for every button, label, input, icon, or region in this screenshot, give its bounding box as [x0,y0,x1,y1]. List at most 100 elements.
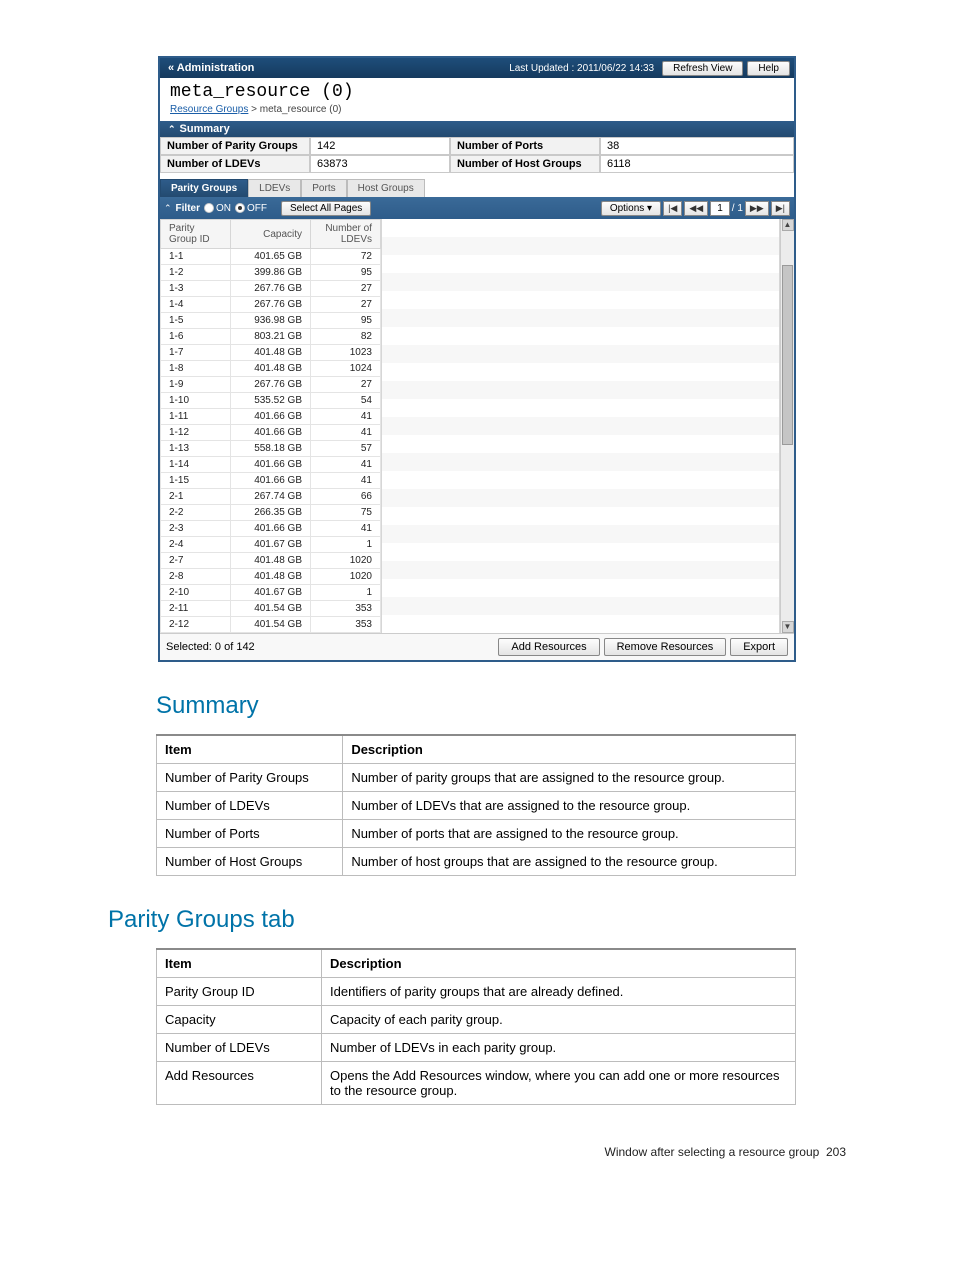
back-administration-link[interactable]: « Administration [160,62,262,74]
cell-capacity: 266.35 GB [231,505,311,521]
cell-capacity: 936.98 GB [231,313,311,329]
scroll-down-icon[interactable]: ▼ [782,621,794,633]
cell-pgid: 1-6 [161,329,231,345]
export-button[interactable]: Export [730,638,788,656]
table-row[interactable]: 1-7401.48 GB1023 [161,345,381,361]
table-row: Add ResourcesOpens the Add Resources win… [157,1062,796,1105]
refresh-view-button[interactable]: Refresh View [662,61,743,76]
cell-capacity: 803.21 GB [231,329,311,345]
filter-on-radio[interactable]: ON [204,203,231,214]
pager-prev-button[interactable]: ◀◀ [684,201,708,216]
table-row[interactable]: 1-10535.52 GB54 [161,393,381,409]
table-row[interactable]: 1-5936.98 GB95 [161,313,381,329]
cell-item: Add Resources [157,1062,322,1105]
pager-next-button[interactable]: ▶▶ [745,201,769,216]
table-row[interactable]: 1-6803.21 GB82 [161,329,381,345]
table-row[interactable]: 1-8401.48 GB1024 [161,361,381,377]
breadcrumb-separator: > [248,104,259,115]
cell-ldevs: 41 [311,409,381,425]
col-number-ldevs[interactable]: Number of LDEVs [311,220,381,249]
cell-capacity: 558.18 GB [231,441,311,457]
cell-ldevs: 66 [311,489,381,505]
col-capacity[interactable]: Capacity [231,220,311,249]
cell-ldevs: 27 [311,297,381,313]
pager-page-input[interactable]: 1 [710,201,730,216]
table-row[interactable]: 1-4267.76 GB27 [161,297,381,313]
summary-doc-table: Item Description Number of Parity Groups… [156,734,796,876]
scroll-up-icon[interactable]: ▲ [782,219,794,231]
parity-groups-table: Parity Group ID Capacity Number of LDEVs… [160,219,381,633]
vertical-scrollbar[interactable]: ▲ ▼ [780,219,794,633]
table-row[interactable]: 1-9267.76 GB27 [161,377,381,393]
last-updated-text: Last Updated : 2011/06/22 14:33 [509,63,662,74]
cell-capacity: 401.67 GB [231,537,311,553]
table-row[interactable]: 2-10401.67 GB1 [161,585,381,601]
table-row: Number of Parity GroupsNumber of parity … [157,764,796,792]
options-dropdown[interactable]: Options ▾ [601,201,661,216]
table-row[interactable]: 2-4401.67 GB1 [161,537,381,553]
summary-label: Number of LDEVs [160,155,310,173]
table-row[interactable]: 1-2399.86 GB95 [161,265,381,281]
cell-pgid: 2-8 [161,569,231,585]
cell-ldevs: 72 [311,249,381,265]
pager-last-button[interactable]: ▶| [771,201,790,216]
table-footer: Selected: 0 of 142 Add Resources Remove … [160,633,794,660]
col-parity-group-id[interactable]: Parity Group ID [161,220,231,249]
cell-desc: Opens the Add Resources window, where yo… [322,1062,796,1105]
tab-host-groups[interactable]: Host Groups [347,179,425,197]
cell-capacity: 401.65 GB [231,249,311,265]
table-row[interactable]: 2-8401.48 GB1020 [161,569,381,585]
summary-label: Number of Host Groups [450,155,600,173]
table-row[interactable]: 2-3401.66 GB41 [161,521,381,537]
tab-parity-groups[interactable]: Parity Groups [160,179,248,197]
cell-pgid: 1-12 [161,425,231,441]
tab-ports[interactable]: Ports [301,179,346,197]
table-row[interactable]: 2-1267.74 GB66 [161,489,381,505]
table-row[interactable]: 1-15401.66 GB41 [161,473,381,489]
table-row[interactable]: 1-13558.18 GB57 [161,441,381,457]
table-row[interactable]: 1-1401.65 GB72 [161,249,381,265]
collapse-icon: ⌃ [164,203,172,214]
table-row: Parity Group IDIdentifiers of parity gro… [157,978,796,1006]
select-all-pages-button[interactable]: Select All Pages [281,201,371,216]
summary-value: 38 [600,137,794,155]
cell-item: Number of LDEVs [157,1034,322,1062]
cell-capacity: 401.54 GB [231,601,311,617]
filter-off-radio[interactable]: OFF [235,203,267,214]
add-resources-button[interactable]: Add Resources [498,638,599,656]
table-row[interactable]: 1-12401.66 GB41 [161,425,381,441]
cell-ldevs: 41 [311,457,381,473]
table-row[interactable]: 2-12401.54 GB353 [161,617,381,633]
cell-capacity: 401.48 GB [231,361,311,377]
col-item: Item [157,949,322,978]
cell-ldevs: 27 [311,281,381,297]
cell-desc: Number of LDEVs that are assigned to the… [343,792,796,820]
table-row[interactable]: 1-11401.66 GB41 [161,409,381,425]
table-row[interactable]: 2-11401.54 GB353 [161,601,381,617]
table-row: Number of LDEVsNumber of LDEVs that are … [157,792,796,820]
scroll-thumb[interactable] [782,265,793,445]
table-row[interactable]: 1-3267.76 GB27 [161,281,381,297]
cell-pgid: 1-1 [161,249,231,265]
pager-total: / 1 [732,203,743,214]
summary-label: Number of Parity Groups [160,137,310,155]
breadcrumb-resource-groups-link[interactable]: Resource Groups [170,104,248,115]
help-button[interactable]: Help [747,61,790,76]
summary-value: 6118 [600,155,794,173]
remove-resources-button[interactable]: Remove Resources [604,638,727,656]
cell-pgid: 1-15 [161,473,231,489]
parity-groups-doc-table: Item Description Parity Group IDIdentifi… [156,948,796,1105]
scroll-track[interactable] [781,231,794,621]
cell-capacity: 267.76 GB [231,281,311,297]
footer-text: Window after selecting a resource group [605,1145,820,1159]
cell-item: Number of Host Groups [157,848,343,876]
cell-pgid: 1-10 [161,393,231,409]
table-row[interactable]: 2-7401.48 GB1020 [161,553,381,569]
summary-header[interactable]: ⌃Summary [160,121,794,137]
table-row[interactable]: 2-2266.35 GB75 [161,505,381,521]
pager-first-button[interactable]: |◀ [663,201,682,216]
cell-pgid: 2-1 [161,489,231,505]
tab-ldevs[interactable]: LDEVs [248,179,301,197]
table-row[interactable]: 1-14401.66 GB41 [161,457,381,473]
cell-ldevs: 1 [311,537,381,553]
